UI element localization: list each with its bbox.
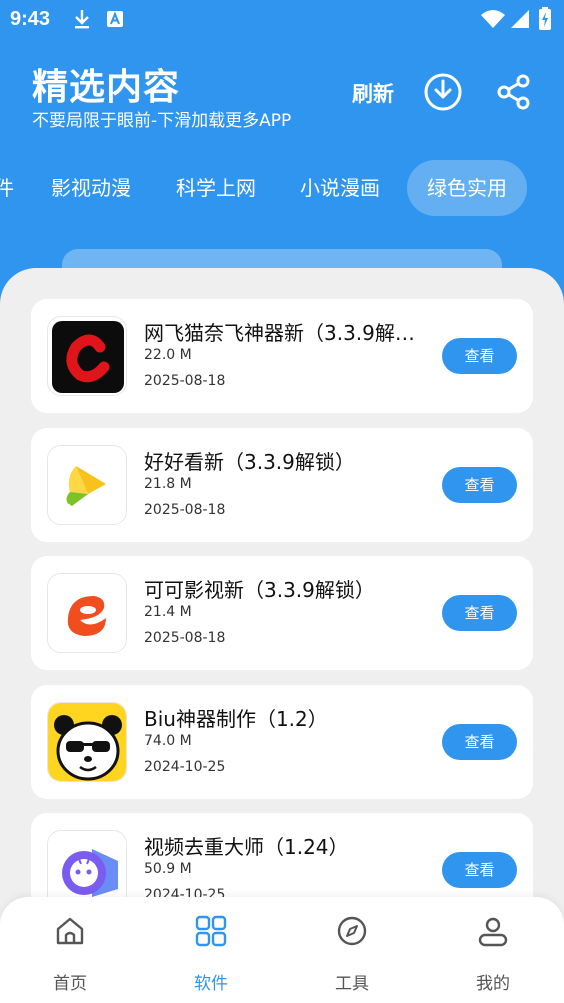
wifi-icon xyxy=(481,10,505,28)
status-time: 9:43 xyxy=(10,8,51,30)
nav-tools[interactable]: 工具 xyxy=(307,915,397,994)
app-card[interactable]: Biu神器制作（1.2） 74.0 M 2024-10-25 查看 xyxy=(31,685,533,799)
signal-icon xyxy=(511,10,529,28)
app-name: 网飞猫奈飞神器新（3.3.9解锁） xyxy=(144,321,419,345)
view-button[interactable]: 查看 xyxy=(442,338,517,374)
keke-icon xyxy=(47,573,127,653)
page-title: 精选内容 xyxy=(32,67,181,108)
user-icon xyxy=(478,917,508,947)
app-name: 视频去重大师（1.24） xyxy=(144,835,349,859)
app-name: 可可影视新（3.3.9解锁） xyxy=(144,578,375,602)
grid-icon xyxy=(195,915,227,947)
bottom-nav: 首页 软件 工具 我的 xyxy=(0,897,564,1003)
view-button[interactable]: 查看 xyxy=(442,595,517,631)
view-button[interactable]: 查看 xyxy=(442,467,517,503)
netflix-cat-icon xyxy=(47,316,127,396)
app-size: 50.9 M xyxy=(144,861,192,877)
compass-icon xyxy=(337,916,367,946)
app-size: 21.4 M xyxy=(144,604,192,620)
tab-novel-comic[interactable]: 小说漫画 xyxy=(300,160,380,216)
app-name: 好好看新（3.3.9解锁） xyxy=(144,450,355,474)
app-card[interactable]: 网飞猫奈飞神器新（3.3.9解锁） 22.0 M 2025-08-18 查看 xyxy=(31,299,533,413)
refresh-button[interactable]: 刷新 xyxy=(352,78,394,108)
a-icon xyxy=(107,11,123,27)
app-date: 2025-08-18 xyxy=(144,630,226,646)
app-size: 22.0 M xyxy=(144,347,192,363)
category-tabs: 件 影视动漫 科学上网 小说漫画 绿色实用 xyxy=(0,160,564,218)
panda-icon xyxy=(47,702,127,782)
nav-label: 首页 xyxy=(53,974,87,994)
app-name: Biu神器制作（1.2） xyxy=(144,707,328,731)
tab-partial[interactable]: 件 xyxy=(0,160,14,216)
view-button[interactable]: 查看 xyxy=(442,852,517,888)
download-circle-icon[interactable] xyxy=(423,72,463,112)
app-date: 2024-10-25 xyxy=(144,759,226,775)
app-date: 2025-08-18 xyxy=(144,373,226,389)
nav-mine[interactable]: 我的 xyxy=(448,915,538,994)
nav-label: 软件 xyxy=(194,974,228,994)
view-button[interactable]: 查看 xyxy=(442,724,517,760)
battery-charging-icon xyxy=(539,7,551,30)
app-card[interactable]: 好好看新（3.3.9解锁） 21.8 M 2025-08-18 查看 xyxy=(31,428,533,542)
download-icon xyxy=(75,10,89,29)
nav-label: 我的 xyxy=(476,974,510,994)
page-subtitle: 不要局限于眼前-下滑加载更多APP xyxy=(32,111,292,131)
haohaokan-icon xyxy=(47,445,127,525)
status-bar: 9:43 xyxy=(0,0,564,38)
home-icon xyxy=(56,917,84,945)
nav-software[interactable]: 软件 xyxy=(166,915,256,994)
nav-label: 工具 xyxy=(335,974,369,994)
tab-green-utility[interactable]: 绿色实用 xyxy=(407,160,527,216)
share-icon[interactable] xyxy=(494,72,534,112)
app-size: 21.8 M xyxy=(144,476,192,492)
app-card[interactable]: 可可影视新（3.3.9解锁） 21.4 M 2025-08-18 查看 xyxy=(31,556,533,670)
tab-vpn[interactable]: 科学上网 xyxy=(176,160,256,216)
app-date: 2025-08-18 xyxy=(144,502,226,518)
app-size: 74.0 M xyxy=(144,733,192,749)
tab-film-anime[interactable]: 影视动漫 xyxy=(51,160,131,216)
nav-home[interactable]: 首页 xyxy=(25,915,115,994)
